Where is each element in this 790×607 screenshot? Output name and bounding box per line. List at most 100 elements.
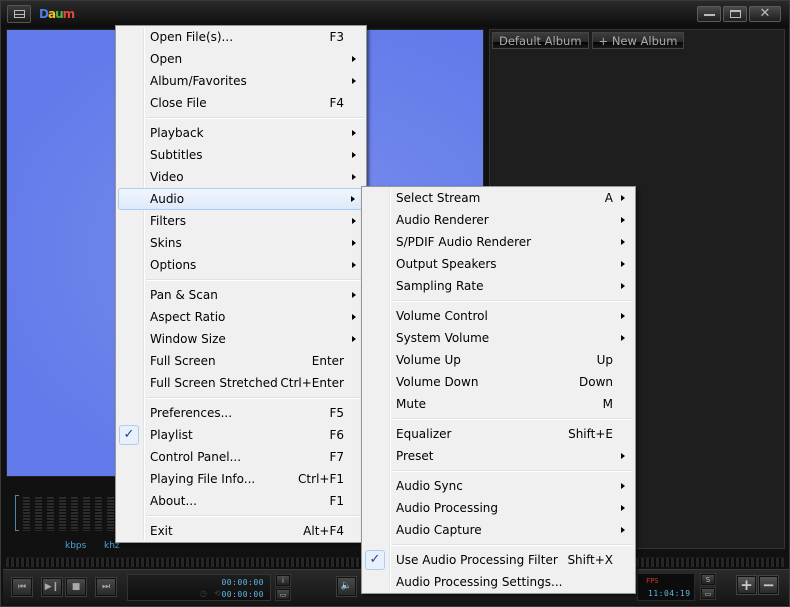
menu-item-shortcut: M <box>602 397 613 411</box>
logo-letter: a <box>47 7 56 21</box>
repeat-icon: ⟲ <box>214 589 221 598</box>
submenu-arrow-icon <box>351 196 355 202</box>
menu-item-label: Open <box>150 52 183 66</box>
minimize-button[interactable] <box>697 6 721 22</box>
menu-item-audio[interactable]: Audio <box>118 188 364 210</box>
check-icon: ✓ <box>365 550 385 570</box>
new-album-button[interactable]: + New Album <box>591 32 685 49</box>
menu-item-label: Preset <box>396 449 434 463</box>
menu-item-full-screen[interactable]: Full Screen Enter <box>118 350 364 372</box>
spectrum-bracket <box>15 495 19 531</box>
close-icon: ✕ <box>759 6 771 21</box>
menu-item-shortcut: Shift+X <box>567 553 613 567</box>
submenu-arrow-icon <box>352 174 356 180</box>
menu-item-open-file-s[interactable]: Open File(s)... F3 <box>118 26 364 48</box>
next-button[interactable]: ⏭ <box>95 577 117 597</box>
menu-item-video[interactable]: Video <box>118 166 364 188</box>
maximize-icon <box>730 10 741 18</box>
menu-item-about[interactable]: About... F1 <box>118 490 364 512</box>
menu-item-audio-processing[interactable]: Audio Processing <box>364 497 633 519</box>
play-pause-button[interactable]: ▶❙ <box>41 577 63 597</box>
menu-item-use-audio-processing-filter[interactable]: ✓ Use Audio Processing Filter Shift+X <box>364 549 633 571</box>
stop-button[interactable]: ■ <box>65 577 87 597</box>
submenu-arrow-icon <box>352 262 356 268</box>
logo-letter: u <box>55 7 63 21</box>
spectrum-analyzer <box>15 495 115 535</box>
menu-item-shortcut: Down <box>578 375 613 389</box>
menu-item-close-file[interactable]: Close File F4 <box>118 92 364 114</box>
total-time: 00:00:00 <box>221 590 264 599</box>
menu-item-label: Playlist <box>150 428 193 442</box>
clock: 11:04:19 <box>648 589 691 598</box>
mute-button[interactable]: 🔈 <box>336 576 357 597</box>
submenu-arrow-icon <box>621 283 625 289</box>
menu-item-control-panel[interactable]: Control Panel... F7 <box>118 446 364 468</box>
menu-item-preferences[interactable]: Preferences... F5 <box>118 402 364 424</box>
menu-item-mute[interactable]: Mute M <box>364 393 633 415</box>
s-button[interactable]: S <box>700 573 716 586</box>
menu-item-label: Control Panel... <box>150 450 242 464</box>
menu-item-full-screen-stretched[interactable]: Full Screen Stretched Ctrl+Enter <box>118 372 364 394</box>
menu-item-open[interactable]: Open <box>118 48 364 70</box>
menu-item-window-size[interactable]: Window Size <box>118 328 364 350</box>
menu-item-label: Open File(s)... <box>150 30 234 44</box>
menu-item-sampling-rate[interactable]: Sampling Rate <box>364 275 633 297</box>
elapsed-time: 00:00:00 <box>221 578 264 587</box>
menu-item-playlist[interactable]: ✓ Playlist F6 <box>118 424 364 446</box>
menu-item-equalizer[interactable]: Equalizer Shift+E <box>364 423 633 445</box>
menu-item-pan-scan[interactable]: Pan & Scan <box>118 284 364 306</box>
menu-item-label: Exit <box>150 524 173 538</box>
menu-item-label: Volume Down <box>396 375 479 389</box>
menu-item-playing-file-info[interactable]: Playing File Info... Ctrl+F1 <box>118 468 364 490</box>
spectrum-bar <box>23 497 30 531</box>
menu-item-system-volume[interactable]: System Volume <box>364 327 633 349</box>
menu-item-album-favorites[interactable]: Album/Favorites <box>118 70 364 92</box>
menu-item-audio-capture[interactable]: Audio Capture <box>364 519 633 541</box>
menu-item-volume-control[interactable]: Volume Control <box>364 305 633 327</box>
menu-item-shortcut: Alt+F4 <box>303 524 344 538</box>
tab-default-album[interactable]: Default Album <box>492 32 589 49</box>
menu-item-audio-sync[interactable]: Audio Sync <box>364 475 633 497</box>
menu-item-label: Volume Up <box>396 353 461 367</box>
fps-label: FPS <box>646 577 659 585</box>
close-button[interactable]: ✕ <box>749 6 781 22</box>
menu-item-label: Filters <box>150 214 186 228</box>
spectrum-bar <box>71 497 78 531</box>
menu-item-audio-renderer[interactable]: Audio Renderer <box>364 209 633 231</box>
menu-item-filters[interactable]: Filters <box>118 210 364 232</box>
menu-item-options[interactable]: Options <box>118 254 364 276</box>
menu-item-output-speakers[interactable]: Output Speakers <box>364 253 633 275</box>
menu-item-aspect-ratio[interactable]: Aspect Ratio <box>118 306 364 328</box>
logo-letter: D <box>39 7 49 21</box>
submenu-arrow-icon <box>621 527 625 533</box>
menu-item-volume-up[interactable]: Volume Up Up <box>364 349 633 371</box>
zoom-in-button[interactable]: + <box>736 575 757 595</box>
menu-item-label: Use Audio Processing Filter <box>396 553 558 567</box>
menu-item-subtitles[interactable]: Subtitles <box>118 144 364 166</box>
screen-button[interactable]: ▭ <box>275 588 291 601</box>
menu-item-preset[interactable]: Preset <box>364 445 633 467</box>
menu-item-playback[interactable]: Playback <box>118 122 364 144</box>
menu-item-label: Audio Capture <box>396 523 482 537</box>
menu-item-skins[interactable]: Skins <box>118 232 364 254</box>
menu-separator <box>392 541 635 549</box>
menu-item-exit[interactable]: Exit Alt+F4 <box>118 520 364 542</box>
submenu-arrow-icon <box>352 152 356 158</box>
o-button[interactable]: ▭ <box>700 587 716 600</box>
menu-item-label: Window Size <box>150 332 226 346</box>
menu-item-shortcut: A <box>604 191 613 205</box>
menu-item-audio-processing-settings[interactable]: Audio Processing Settings... <box>364 571 633 593</box>
maximize-button[interactable] <box>723 6 747 22</box>
previous-button[interactable]: ⏮ <box>11 577 33 597</box>
menu-item-select-stream[interactable]: Select Stream A <box>364 187 633 209</box>
spectrum-bar <box>95 497 102 531</box>
menu-item-s-pdif-audio-renderer[interactable]: S/PDIF Audio Renderer <box>364 231 633 253</box>
menu-item-volume-down[interactable]: Volume Down Down <box>364 371 633 393</box>
menu-item-label: Full Screen Stretched <box>150 376 278 390</box>
zoom-out-button[interactable]: − <box>758 575 779 595</box>
submenu-arrow-icon <box>352 240 356 246</box>
main-menu-button[interactable] <box>7 5 31 23</box>
spectrum-bar <box>83 497 90 531</box>
info-button[interactable]: i <box>275 574 291 587</box>
minus-icon: − <box>762 576 775 594</box>
